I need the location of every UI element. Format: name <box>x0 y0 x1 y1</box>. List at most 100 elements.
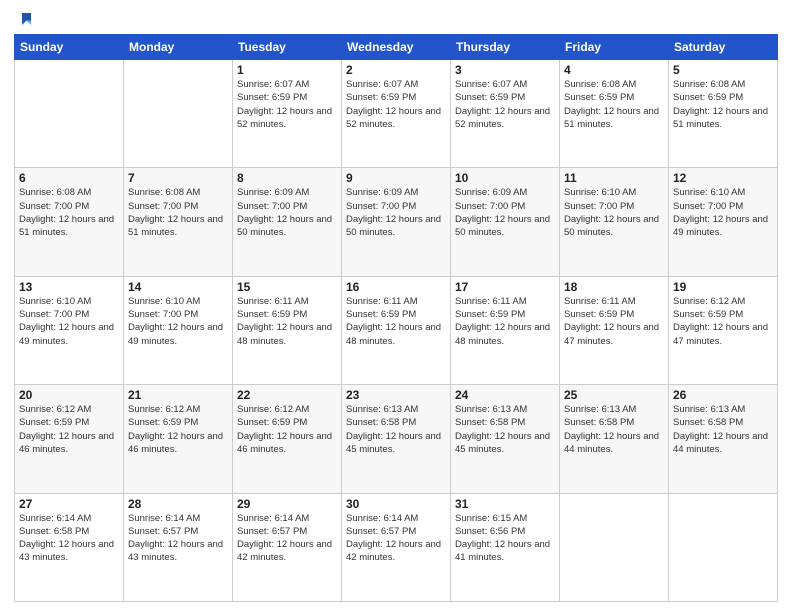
calendar-cell <box>560 493 669 601</box>
day-info: Sunrise: 6:10 AM Sunset: 7:00 PM Dayligh… <box>564 186 664 239</box>
day-number: 12 <box>673 171 773 185</box>
day-info: Sunrise: 6:10 AM Sunset: 7:00 PM Dayligh… <box>673 186 773 239</box>
calendar-cell: 9Sunrise: 6:09 AM Sunset: 7:00 PM Daylig… <box>342 168 451 276</box>
day-info: Sunrise: 6:11 AM Sunset: 6:59 PM Dayligh… <box>455 295 555 348</box>
calendar-cell: 27Sunrise: 6:14 AM Sunset: 6:58 PM Dayli… <box>15 493 124 601</box>
calendar-cell: 13Sunrise: 6:10 AM Sunset: 7:00 PM Dayli… <box>15 276 124 384</box>
calendar-cell: 6Sunrise: 6:08 AM Sunset: 7:00 PM Daylig… <box>15 168 124 276</box>
calendar-cell: 23Sunrise: 6:13 AM Sunset: 6:58 PM Dayli… <box>342 385 451 493</box>
calendar-cell <box>15 60 124 168</box>
day-number: 27 <box>19 497 119 511</box>
day-number: 9 <box>346 171 446 185</box>
calendar-cell: 4Sunrise: 6:08 AM Sunset: 6:59 PM Daylig… <box>560 60 669 168</box>
day-info: Sunrise: 6:13 AM Sunset: 6:58 PM Dayligh… <box>346 403 446 456</box>
day-number: 2 <box>346 63 446 77</box>
day-info: Sunrise: 6:12 AM Sunset: 6:59 PM Dayligh… <box>237 403 337 456</box>
day-of-week-header: Saturday <box>669 35 778 60</box>
day-info: Sunrise: 6:09 AM Sunset: 7:00 PM Dayligh… <box>346 186 446 239</box>
day-number: 22 <box>237 388 337 402</box>
day-info: Sunrise: 6:15 AM Sunset: 6:56 PM Dayligh… <box>455 512 555 565</box>
calendar-cell: 16Sunrise: 6:11 AM Sunset: 6:59 PM Dayli… <box>342 276 451 384</box>
day-number: 28 <box>128 497 228 511</box>
day-number: 24 <box>455 388 555 402</box>
day-info: Sunrise: 6:09 AM Sunset: 7:00 PM Dayligh… <box>455 186 555 239</box>
day-info: Sunrise: 6:12 AM Sunset: 6:59 PM Dayligh… <box>673 295 773 348</box>
day-info: Sunrise: 6:14 AM Sunset: 6:58 PM Dayligh… <box>19 512 119 565</box>
day-info: Sunrise: 6:13 AM Sunset: 6:58 PM Dayligh… <box>564 403 664 456</box>
day-number: 4 <box>564 63 664 77</box>
day-number: 29 <box>237 497 337 511</box>
day-number: 30 <box>346 497 446 511</box>
day-of-week-header: Monday <box>124 35 233 60</box>
calendar-cell: 30Sunrise: 6:14 AM Sunset: 6:57 PM Dayli… <box>342 493 451 601</box>
day-number: 7 <box>128 171 228 185</box>
day-info: Sunrise: 6:11 AM Sunset: 6:59 PM Dayligh… <box>237 295 337 348</box>
day-number: 20 <box>19 388 119 402</box>
header <box>14 10 778 26</box>
day-info: Sunrise: 6:13 AM Sunset: 6:58 PM Dayligh… <box>455 403 555 456</box>
day-of-week-header: Tuesday <box>233 35 342 60</box>
day-number: 15 <box>237 280 337 294</box>
day-number: 13 <box>19 280 119 294</box>
calendar-cell: 19Sunrise: 6:12 AM Sunset: 6:59 PM Dayli… <box>669 276 778 384</box>
day-info: Sunrise: 6:07 AM Sunset: 6:59 PM Dayligh… <box>346 78 446 131</box>
calendar-cell: 10Sunrise: 6:09 AM Sunset: 7:00 PM Dayli… <box>451 168 560 276</box>
calendar-cell <box>669 493 778 601</box>
day-of-week-header: Sunday <box>15 35 124 60</box>
day-info: Sunrise: 6:14 AM Sunset: 6:57 PM Dayligh… <box>237 512 337 565</box>
day-info: Sunrise: 6:09 AM Sunset: 7:00 PM Dayligh… <box>237 186 337 239</box>
day-of-week-header: Friday <box>560 35 669 60</box>
calendar-cell: 2Sunrise: 6:07 AM Sunset: 6:59 PM Daylig… <box>342 60 451 168</box>
calendar-cell: 8Sunrise: 6:09 AM Sunset: 7:00 PM Daylig… <box>233 168 342 276</box>
calendar-table: SundayMondayTuesdayWednesdayThursdayFrid… <box>14 34 778 602</box>
calendar-cell: 26Sunrise: 6:13 AM Sunset: 6:58 PM Dayli… <box>669 385 778 493</box>
calendar-cell: 28Sunrise: 6:14 AM Sunset: 6:57 PM Dayli… <box>124 493 233 601</box>
day-info: Sunrise: 6:12 AM Sunset: 6:59 PM Dayligh… <box>128 403 228 456</box>
day-number: 25 <box>564 388 664 402</box>
day-info: Sunrise: 6:08 AM Sunset: 7:00 PM Dayligh… <box>19 186 119 239</box>
day-of-week-header: Thursday <box>451 35 560 60</box>
day-number: 17 <box>455 280 555 294</box>
day-info: Sunrise: 6:08 AM Sunset: 7:00 PM Dayligh… <box>128 186 228 239</box>
day-number: 5 <box>673 63 773 77</box>
day-number: 1 <box>237 63 337 77</box>
day-number: 14 <box>128 280 228 294</box>
day-number: 11 <box>564 171 664 185</box>
calendar-cell: 11Sunrise: 6:10 AM Sunset: 7:00 PM Dayli… <box>560 168 669 276</box>
calendar-cell: 18Sunrise: 6:11 AM Sunset: 6:59 PM Dayli… <box>560 276 669 384</box>
calendar-cell: 31Sunrise: 6:15 AM Sunset: 6:56 PM Dayli… <box>451 493 560 601</box>
logo-icon <box>16 10 34 28</box>
day-info: Sunrise: 6:11 AM Sunset: 6:59 PM Dayligh… <box>564 295 664 348</box>
day-info: Sunrise: 6:08 AM Sunset: 6:59 PM Dayligh… <box>564 78 664 131</box>
day-info: Sunrise: 6:07 AM Sunset: 6:59 PM Dayligh… <box>455 78 555 131</box>
calendar-cell: 22Sunrise: 6:12 AM Sunset: 6:59 PM Dayli… <box>233 385 342 493</box>
day-info: Sunrise: 6:07 AM Sunset: 6:59 PM Dayligh… <box>237 78 337 131</box>
day-number: 18 <box>564 280 664 294</box>
day-number: 19 <box>673 280 773 294</box>
calendar-cell: 21Sunrise: 6:12 AM Sunset: 6:59 PM Dayli… <box>124 385 233 493</box>
day-info: Sunrise: 6:13 AM Sunset: 6:58 PM Dayligh… <box>673 403 773 456</box>
day-info: Sunrise: 6:11 AM Sunset: 6:59 PM Dayligh… <box>346 295 446 348</box>
day-number: 31 <box>455 497 555 511</box>
calendar-cell: 24Sunrise: 6:13 AM Sunset: 6:58 PM Dayli… <box>451 385 560 493</box>
calendar-cell: 14Sunrise: 6:10 AM Sunset: 7:00 PM Dayli… <box>124 276 233 384</box>
calendar-cell: 20Sunrise: 6:12 AM Sunset: 6:59 PM Dayli… <box>15 385 124 493</box>
day-number: 26 <box>673 388 773 402</box>
calendar-header: SundayMondayTuesdayWednesdayThursdayFrid… <box>15 35 778 60</box>
day-info: Sunrise: 6:14 AM Sunset: 6:57 PM Dayligh… <box>346 512 446 565</box>
day-number: 16 <box>346 280 446 294</box>
calendar-cell: 7Sunrise: 6:08 AM Sunset: 7:00 PM Daylig… <box>124 168 233 276</box>
day-info: Sunrise: 6:12 AM Sunset: 6:59 PM Dayligh… <box>19 403 119 456</box>
day-number: 21 <box>128 388 228 402</box>
calendar-cell: 3Sunrise: 6:07 AM Sunset: 6:59 PM Daylig… <box>451 60 560 168</box>
day-info: Sunrise: 6:08 AM Sunset: 6:59 PM Dayligh… <box>673 78 773 131</box>
calendar-cell: 5Sunrise: 6:08 AM Sunset: 6:59 PM Daylig… <box>669 60 778 168</box>
calendar-cell: 29Sunrise: 6:14 AM Sunset: 6:57 PM Dayli… <box>233 493 342 601</box>
day-number: 10 <box>455 171 555 185</box>
day-number: 23 <box>346 388 446 402</box>
logo <box>14 10 34 26</box>
calendar-cell: 12Sunrise: 6:10 AM Sunset: 7:00 PM Dayli… <box>669 168 778 276</box>
calendar-cell: 15Sunrise: 6:11 AM Sunset: 6:59 PM Dayli… <box>233 276 342 384</box>
calendar-cell: 17Sunrise: 6:11 AM Sunset: 6:59 PM Dayli… <box>451 276 560 384</box>
day-info: Sunrise: 6:14 AM Sunset: 6:57 PM Dayligh… <box>128 512 228 565</box>
